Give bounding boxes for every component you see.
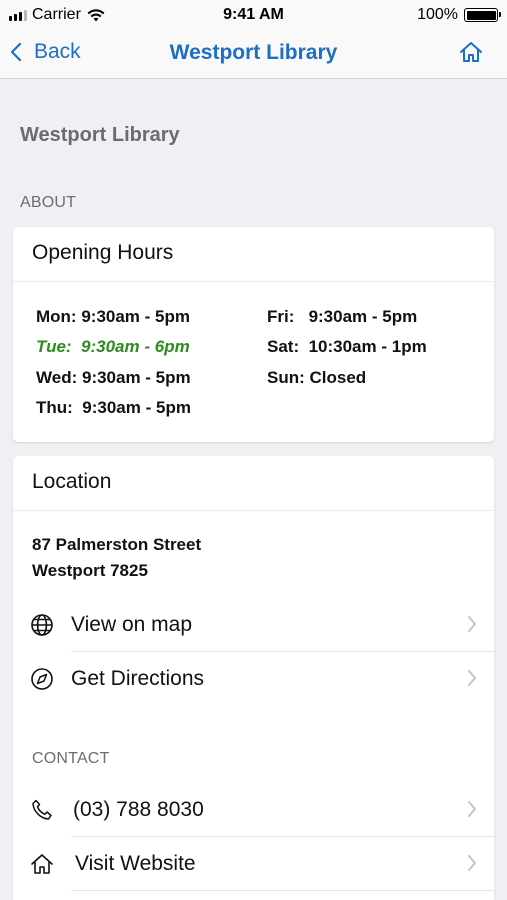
address-line-2: Westport 7825 <box>32 561 148 580</box>
opening-hours-card: Opening Hours Mon: 9:30am - 5pm Tue: 9:3… <box>13 227 494 442</box>
get-directions-row[interactable]: Get Directions <box>13 653 494 705</box>
location-title: Location <box>13 456 494 511</box>
phone-number: (03) 788 8030 <box>73 798 204 821</box>
hours-time: 9:30am - 5pm <box>81 368 191 387</box>
chevron-right-icon <box>468 855 476 871</box>
globe-icon <box>31 614 53 636</box>
hours-row-tue: Tue: 9:30am - 6pm <box>36 337 190 357</box>
hours-day: Sun: <box>267 368 305 387</box>
chevron-right-icon <box>468 801 476 817</box>
navigation-bar: Back Westport Library <box>0 30 507 79</box>
hours-row-sun: Sun: Closed <box>267 368 366 388</box>
hours-row-thu: Thu: 9:30am - 5pm <box>36 398 191 418</box>
hours-day: Mon: <box>36 307 77 326</box>
address: 87 Palmerston Street Westport 7825 <box>32 532 201 584</box>
section-label-about: ABOUT <box>20 194 77 211</box>
hours-time: 9:30am - 5pm <box>308 307 418 326</box>
hours-day: Wed: <box>36 368 78 387</box>
section-label-contact: CONTACT <box>32 750 110 767</box>
hours-row-wed: Wed: 9:30am - 5pm <box>36 368 191 388</box>
hours-day: Sat: <box>267 337 300 356</box>
chevron-right-icon <box>468 670 476 686</box>
home-icon <box>31 854 53 874</box>
opening-hours-title: Opening Hours <box>13 227 494 282</box>
page-title: Westport Library <box>20 124 180 146</box>
hours-day: Thu: <box>36 398 73 417</box>
view-on-map-label: View on map <box>71 613 193 636</box>
row-divider <box>71 651 494 652</box>
phone-icon <box>32 799 52 820</box>
back-button[interactable]: Back <box>10 40 81 64</box>
hours-time: 9:30am - 6pm <box>81 337 190 356</box>
hours-day: Tue: <box>36 337 72 356</box>
hours-time: 9:30am - 5pm <box>81 307 190 326</box>
row-divider <box>71 890 494 891</box>
hours-row-fri: Fri: 9:30am - 5pm <box>267 307 417 327</box>
hours-day: Fri: <box>267 307 295 326</box>
status-bar: Carrier 9:41 AM 100% <box>0 0 507 30</box>
hours-row-mon: Mon: 9:30am - 5pm <box>36 307 190 327</box>
location-card: Location 87 Palmerston Street Westport 7… <box>13 456 494 900</box>
navigation-arrow-icon <box>31 668 53 690</box>
status-right: 100% <box>417 6 501 24</box>
battery-fill <box>466 10 496 20</box>
phone-row[interactable]: (03) 788 8030 <box>13 784 494 836</box>
chevron-right-icon <box>468 616 476 632</box>
hours-time: 10:30am - 1pm <box>308 337 427 356</box>
visit-website-label: Visit Website <box>75 852 196 875</box>
battery-icon <box>464 8 501 22</box>
row-divider <box>71 836 494 837</box>
address-line-1: 87 Palmerston Street <box>32 535 202 554</box>
back-label: Back <box>34 40 81 63</box>
view-on-map-row[interactable]: View on map <box>13 599 494 651</box>
visit-website-row[interactable]: Visit Website <box>13 838 494 890</box>
home-icon <box>460 42 482 62</box>
battery-percent: 100% <box>417 6 458 23</box>
hours-row-sat: Sat: 10:30am - 1pm <box>267 337 427 357</box>
hours-time: 9:30am - 5pm <box>82 398 191 417</box>
get-directions-label: Get Directions <box>71 667 205 690</box>
home-button[interactable] <box>459 41 483 68</box>
hours-time: Closed <box>309 368 367 387</box>
chevron-left-icon <box>10 42 22 62</box>
